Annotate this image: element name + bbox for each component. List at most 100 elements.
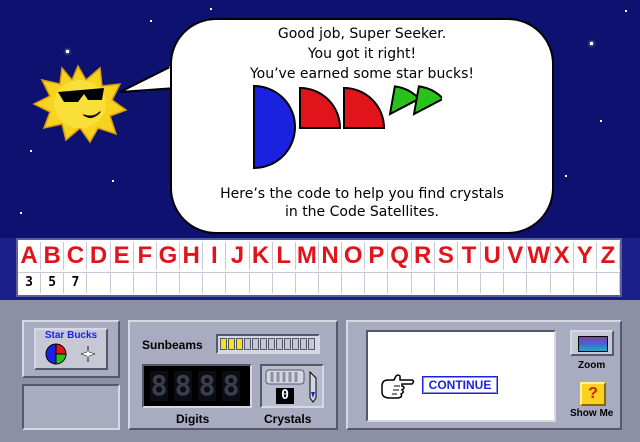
code-letter: I bbox=[203, 242, 227, 270]
code-key-bar: A3B5C7DEFGHIJKLMNOPQRSTUVWXYZ bbox=[16, 238, 622, 297]
code-digit bbox=[226, 272, 250, 293]
sunbeam-segment bbox=[260, 338, 267, 350]
crystals-count: 0 bbox=[276, 388, 294, 404]
code-digit: 5 bbox=[41, 272, 65, 293]
message-line-4: Here’s the code to help you find crystal… bbox=[220, 186, 504, 202]
code-digit bbox=[457, 272, 482, 293]
code-digit bbox=[295, 272, 319, 293]
star bbox=[20, 212, 22, 214]
star-bucks-label: Star Bucks bbox=[44, 330, 98, 341]
code-letter: R bbox=[412, 242, 435, 270]
sunbeam-segment bbox=[244, 338, 251, 350]
code-digit bbox=[434, 272, 458, 293]
message-line-3: You’ve earned some star bucks! bbox=[249, 66, 475, 82]
code-letter: P bbox=[365, 242, 389, 270]
message-line-2: You got it right! bbox=[307, 46, 417, 62]
code-letter: N bbox=[319, 242, 343, 270]
digit-segment: 8 bbox=[198, 369, 216, 402]
sunbeam-segment bbox=[308, 338, 315, 350]
sunbeam-segment bbox=[252, 338, 259, 350]
code-letter: M bbox=[296, 242, 319, 270]
code-letter: Q bbox=[388, 242, 412, 270]
digit-segment: 8 bbox=[150, 369, 168, 402]
code-digit bbox=[156, 272, 181, 293]
sunbeam-segment bbox=[276, 338, 283, 350]
code-digit bbox=[203, 272, 227, 293]
sunbeam-segment bbox=[292, 338, 299, 350]
star bbox=[625, 10, 627, 12]
crystals-label: Crystals bbox=[264, 412, 312, 426]
code-letter: T bbox=[458, 242, 482, 270]
code-digit: 7 bbox=[64, 272, 88, 293]
star bbox=[600, 120, 602, 122]
control-panel: Star Bucks Sunbeams 8 8 8 8 Digits 0 Cry… bbox=[0, 300, 640, 442]
code-digit bbox=[87, 272, 111, 293]
code-digit bbox=[573, 272, 597, 293]
code-letter: Y bbox=[574, 242, 597, 270]
speech-bubble: Good job, Super Seeker. You got it right… bbox=[170, 18, 554, 234]
sunbeams-label: Sunbeams bbox=[142, 338, 203, 352]
code-letter: F bbox=[134, 242, 157, 270]
star bbox=[112, 180, 114, 182]
code-digit bbox=[550, 272, 574, 293]
star-bucks-pie-icon bbox=[45, 343, 96, 365]
code-letter: L bbox=[273, 242, 296, 270]
show-me-button[interactable]: ? bbox=[580, 382, 606, 406]
sunbeam-segment bbox=[228, 338, 235, 350]
digits-label: Digits bbox=[176, 412, 210, 426]
star-bucks-reward-pieces bbox=[253, 84, 442, 170]
message-line-1: Good job, Super Seeker. bbox=[277, 26, 447, 42]
continue-panel: CONTINUE bbox=[366, 330, 556, 422]
code-digit bbox=[180, 272, 204, 293]
blue-half-piece-icon bbox=[253, 84, 296, 170]
code-letter: D bbox=[87, 242, 111, 270]
code-letter: O bbox=[342, 242, 366, 270]
code-letter: C bbox=[64, 242, 88, 270]
sunbeams-meter bbox=[216, 334, 320, 354]
space-scene: Good job, Super Seeker. You got it right… bbox=[0, 0, 640, 238]
red-quarter-piece-icon bbox=[299, 86, 342, 129]
question-mark-icon: ? bbox=[588, 385, 598, 402]
empty-slot bbox=[22, 384, 120, 430]
code-digit: 3 bbox=[18, 272, 42, 293]
red-quarter-piece-icon bbox=[343, 86, 386, 129]
message-line-5: in the Code Satellites. bbox=[284, 204, 439, 220]
code-letter: E bbox=[111, 242, 134, 270]
sun-character-icon bbox=[32, 64, 128, 144]
star bbox=[565, 175, 567, 177]
code-letter: W bbox=[527, 242, 551, 270]
action-area: CONTINUE Zoom ? Show Me bbox=[346, 320, 622, 430]
star-bucks-button[interactable]: Star Bucks bbox=[34, 328, 108, 370]
sunbeam-segment bbox=[220, 338, 227, 350]
code-digit bbox=[596, 272, 620, 293]
sunbeam-segment bbox=[284, 338, 291, 350]
code-letter: V bbox=[504, 242, 528, 270]
code-digit bbox=[481, 272, 505, 293]
show-me-label: Show Me bbox=[570, 408, 614, 419]
green-eighth-piece-icon bbox=[412, 85, 442, 116]
digit-segment: 8 bbox=[222, 369, 240, 402]
code-digit bbox=[342, 272, 366, 293]
crystals-display: 0 bbox=[260, 364, 324, 408]
sunbeam-segment bbox=[236, 338, 243, 350]
code-letter: U bbox=[481, 242, 505, 270]
zoom-label: Zoom bbox=[578, 360, 606, 371]
code-digit bbox=[319, 272, 343, 293]
zoom-button[interactable] bbox=[570, 330, 614, 356]
code-letter: J bbox=[226, 242, 250, 270]
code-digit bbox=[504, 272, 528, 293]
star-sparkle bbox=[66, 50, 69, 53]
code-letter: B bbox=[41, 242, 65, 270]
code-digit bbox=[388, 272, 412, 293]
star bbox=[210, 8, 212, 10]
code-digit bbox=[411, 272, 435, 293]
star-sparkle bbox=[590, 42, 593, 45]
zoom-icon bbox=[578, 336, 608, 352]
code-letter: G bbox=[157, 242, 181, 270]
code-digit bbox=[133, 272, 157, 293]
continue-button[interactable]: CONTINUE bbox=[422, 376, 498, 394]
digits-display: 8 8 8 8 bbox=[142, 364, 252, 408]
sunbeam-segment bbox=[268, 338, 275, 350]
code-digit bbox=[272, 272, 296, 293]
code-digit bbox=[249, 272, 273, 293]
